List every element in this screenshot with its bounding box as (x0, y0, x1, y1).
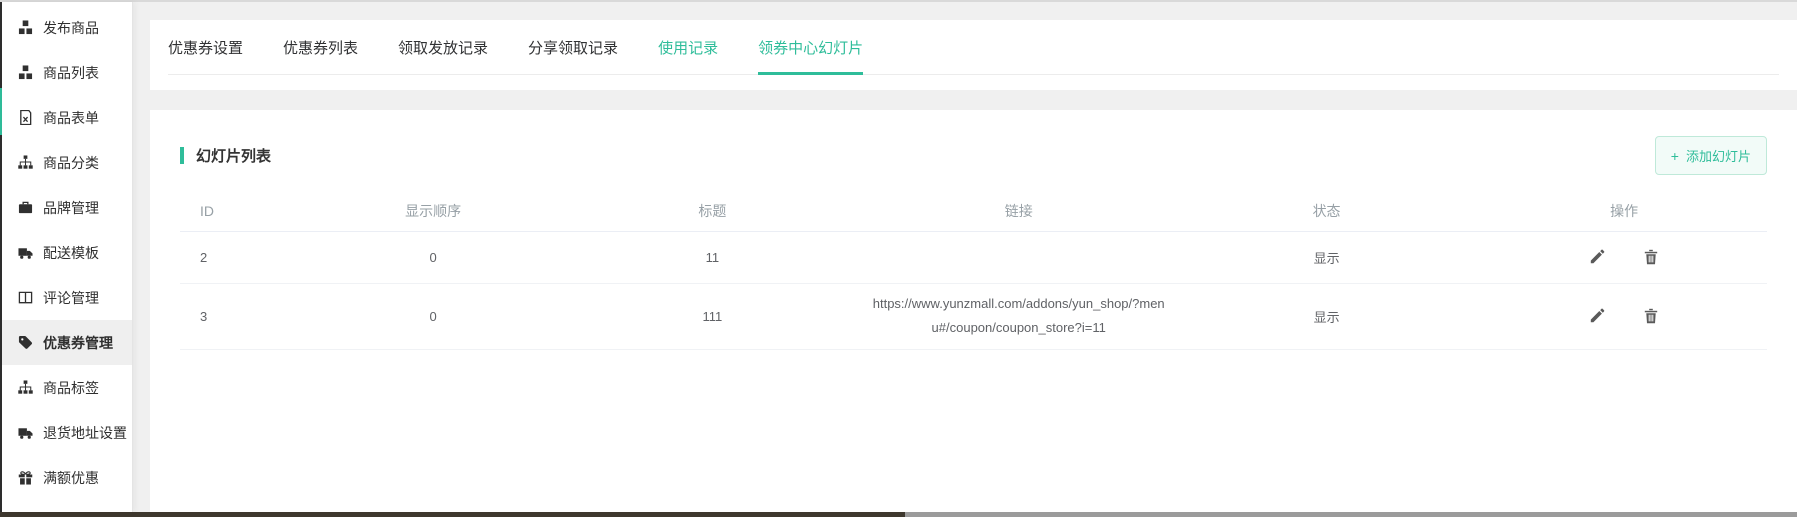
add-slide-button-label: 添加幻灯片 (1686, 146, 1751, 165)
briefcase-icon (18, 200, 33, 215)
slides-table: ID 显示顺序 标题 链接 状态 操作 2 0 11 显示 (180, 191, 1767, 350)
sidebar-item-brand-management[interactable]: 品牌管理 (2, 185, 132, 230)
tab-usage-records[interactable]: 使用记录 (658, 20, 718, 74)
cell-display-order: 0 (307, 231, 559, 283)
panel-header: 幻灯片列表 + 添加幻灯片 (180, 136, 1767, 175)
sidebar-item-label: 品牌管理 (43, 198, 99, 218)
cell-display-order: 0 (307, 283, 559, 349)
tab-coupon-center-slides[interactable]: 领券中心幻灯片 (758, 20, 863, 74)
trash-icon (1643, 249, 1659, 265)
tag-icon (18, 335, 33, 350)
cell-status: 显示 (1172, 231, 1481, 283)
tab-claim-issue-records[interactable]: 领取发放记录 (398, 20, 488, 74)
cubes-icon (18, 20, 33, 35)
section-title-text: 幻灯片列表 (196, 145, 271, 166)
column-header-status: 状态 (1172, 191, 1481, 231)
column-header-actions: 操作 (1481, 191, 1767, 231)
title-accent-bar (180, 147, 184, 164)
sidebar-item-comment-management[interactable]: 评论管理 (2, 275, 132, 320)
column-header-display-order: 显示顺序 (307, 191, 559, 231)
cubes-icon (18, 65, 33, 80)
truck-icon (18, 245, 33, 260)
sidebar-item-product-list[interactable]: 商品列表 (2, 50, 132, 95)
sidebar-item-label: 优惠券管理 (43, 333, 113, 353)
sidebar-item-full-discount[interactable]: 满额优惠 (2, 455, 132, 500)
edit-button[interactable] (1589, 249, 1605, 265)
section-title: 幻灯片列表 (180, 145, 271, 166)
sidebar-item-label: 商品表单 (43, 108, 99, 128)
column-header-link: 链接 (866, 191, 1172, 231)
tab-bar: 优惠券设置 优惠券列表 领取发放记录 分享领取记录 使用记录 领券中心幻灯片 (168, 20, 1779, 75)
sidebar-item-product-tags[interactable]: 商品标签 (2, 365, 132, 410)
cell-actions (1481, 283, 1767, 349)
sidebar-item-product-category[interactable]: 商品分类 (2, 140, 132, 185)
cell-status: 显示 (1172, 283, 1481, 349)
window-bottom-edge-left (0, 512, 905, 517)
sidebar-item-label: 满额优惠 (43, 468, 99, 488)
sidebar-item-label: 商品分类 (43, 153, 99, 173)
sitemap-icon (18, 155, 33, 170)
sidebar-item-product-form[interactable]: 商品表单 (2, 95, 132, 140)
trash-icon (1643, 308, 1659, 324)
sidebar-item-label: 配送模板 (43, 243, 99, 263)
table-header-row: ID 显示顺序 标题 链接 状态 操作 (180, 191, 1767, 231)
truck-icon (18, 425, 33, 440)
cell-link: https://www.yunzmall.com/addons/yun_shop… (866, 283, 1172, 349)
table-row: 2 0 11 显示 (180, 231, 1767, 283)
sidebar-item-label: 商品标签 (43, 378, 99, 398)
file-x-icon (18, 110, 33, 125)
cell-title: 111 (559, 283, 865, 349)
edit-button[interactable] (1589, 308, 1605, 324)
tab-coupon-settings[interactable]: 优惠券设置 (168, 20, 243, 74)
column-header-title: 标题 (559, 191, 865, 231)
sidebar: 发布商品 商品列表 商品表单 商品分类 品牌管理 配送模板 评论管理 优惠券管理… (2, 2, 133, 512)
sidebar-item-delivery-template[interactable]: 配送模板 (2, 230, 132, 275)
tab-share-claim-records[interactable]: 分享领取记录 (528, 20, 618, 74)
sidebar-item-publish-product[interactable]: 发布商品 (2, 5, 132, 50)
pencil-icon (1589, 308, 1605, 324)
table-row: 3 0 111 https://www.yunzmall.com/addons/… (180, 283, 1767, 349)
tab-coupon-list[interactable]: 优惠券列表 (283, 20, 358, 74)
sidebar-item-label: 评论管理 (43, 288, 99, 308)
tab-panel: 优惠券设置 优惠券列表 领取发放记录 分享领取记录 使用记录 领券中心幻灯片 (150, 20, 1797, 90)
column-header-id: ID (180, 191, 307, 231)
cell-link (866, 231, 1172, 283)
cell-actions (1481, 231, 1767, 283)
columns-icon (18, 290, 33, 305)
add-slide-button[interactable]: + 添加幻灯片 (1655, 136, 1767, 175)
delete-button[interactable] (1643, 249, 1659, 265)
sidebar-item-label: 发布商品 (43, 18, 99, 38)
delete-button[interactable] (1643, 308, 1659, 324)
pencil-icon (1589, 249, 1605, 265)
sitemap-icon (18, 380, 33, 395)
plus-icon: + (1671, 149, 1679, 163)
link-text: https://www.yunzmall.com/addons/yun_shop… (870, 292, 1168, 341)
cell-id: 3 (180, 283, 307, 349)
sidebar-item-coupon-management[interactable]: 优惠券管理 (2, 320, 132, 365)
gift-icon (18, 470, 33, 485)
cell-id: 2 (180, 231, 307, 283)
sidebar-item-label: 商品列表 (43, 63, 99, 83)
cell-title: 11 (559, 231, 865, 283)
window-top-edge (0, 0, 1797, 2)
sidebar-item-return-address-settings[interactable]: 退货地址设置 (2, 410, 132, 455)
window-bottom-edge (0, 512, 1797, 517)
sidebar-item-label: 退货地址设置 (43, 423, 127, 443)
slides-content-panel: 幻灯片列表 + 添加幻灯片 ID 显示顺序 标题 链接 状态 操作 2 0 (150, 110, 1797, 512)
